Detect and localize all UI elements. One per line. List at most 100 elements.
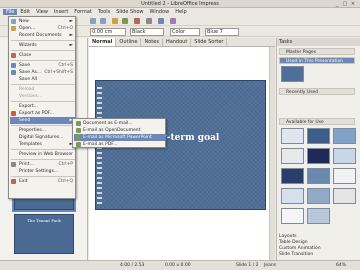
menu-slide-show[interactable]: Slide Show [113, 9, 146, 15]
menu-item-save-all[interactable]: Save All [10, 76, 76, 83]
master-page-thumb[interactable] [333, 148, 356, 164]
email-icon [76, 135, 81, 140]
master-page-thumb[interactable] [281, 66, 304, 82]
slide-thumb-2[interactable]: The Tenant Pack [14, 214, 74, 254]
menu-item-exit[interactable]: Exit Ctrl+Q [10, 178, 76, 185]
status-bar: 4.00 / 2.53 0.00 x 0.00 Slide 1 / 2 Jean… [0, 260, 360, 270]
master-page-thumb[interactable] [307, 148, 330, 164]
slideshow-icon[interactable] [158, 18, 164, 24]
master-page-thumb[interactable] [333, 128, 356, 144]
menu-item-send[interactable]: Send► [10, 117, 76, 124]
menu-item-save[interactable]: Save Ctrl+S [10, 62, 76, 69]
menu-edit[interactable]: Edit [17, 9, 33, 15]
master-page-thumb[interactable] [333, 188, 356, 204]
menu-item-wizards[interactable]: Wizards ► [10, 42, 76, 49]
menu-item-new[interactable]: New ► [10, 18, 76, 25]
window-title: Untitled 2 - LibreOffice Impress [141, 1, 219, 7]
file-menu: New ► Open... Ctrl+O Recent Documents ► Wiz… [8, 16, 76, 199]
master-page-thumb[interactable] [281, 188, 304, 204]
menu-item-print[interactable]: Print... Ctrl+P [10, 161, 76, 168]
maximize-button[interactable]: □ [342, 1, 348, 7]
close-icon [11, 53, 16, 58]
menu-bar: File Edit View Insert Format Tools Slide… [0, 8, 360, 16]
fill-color-select[interactable]: Blue 7 [205, 28, 239, 36]
menu-item-versions[interactable]: Versions... [10, 93, 76, 100]
tab-normal[interactable]: Normal [89, 38, 117, 46]
layout-name: Jeans [264, 263, 277, 268]
master-page-thumb[interactable] [281, 128, 304, 144]
tab-slide-sorter[interactable]: Slide Sorter [191, 38, 228, 46]
task-layouts[interactable]: Layouts [279, 234, 297, 239]
master-page-thumb[interactable] [281, 168, 304, 184]
vertical-scrollbar[interactable] [269, 47, 275, 260]
task-custom-animation[interactable]: Custom Animation [279, 246, 321, 251]
menu-separator [11, 40, 75, 41]
tab-outline[interactable]: Outline [116, 38, 142, 46]
print-icon [11, 162, 16, 167]
menu-separator [11, 149, 75, 150]
object-size: 0.00 x 0.00 [165, 263, 191, 268]
email-icon [76, 128, 81, 133]
tab-notes[interactable]: Notes [141, 38, 163, 46]
menu-help[interactable]: Help [172, 9, 189, 15]
menu-separator [11, 84, 75, 85]
menu-format[interactable]: Format [71, 9, 95, 15]
send-email-pptx[interactable]: E-mail as Microsoft PowerPoint Presentat… [74, 134, 166, 147]
view-tabs: Normal Outline Notes Handout Slide Sorte… [89, 38, 275, 47]
menu-item-printer-settings[interactable]: Printer Settings... [10, 168, 76, 175]
open-icon [11, 26, 16, 31]
fill-mode-select[interactable]: Color [170, 28, 200, 36]
menu-insert[interactable]: Insert [51, 9, 71, 15]
slide-thumb-title: The Tenant Pack [27, 218, 61, 223]
line-width-field[interactable]: 0.00 cm [90, 28, 126, 36]
master-page-thumb[interactable] [307, 128, 330, 144]
menu-item-open[interactable]: Open... Ctrl+O [10, 25, 76, 32]
chart-icon[interactable] [112, 18, 118, 24]
image-icon[interactable] [134, 18, 140, 24]
save-as-icon [11, 70, 16, 75]
master-page-thumb[interactable] [333, 168, 356, 184]
menu-item-close[interactable]: Close [10, 52, 76, 59]
menu-window[interactable]: Window [147, 9, 173, 15]
menu-item-web-preview[interactable]: Preview in Web Browser [10, 151, 76, 158]
master-page-thumb[interactable] [281, 208, 304, 224]
line-color-select[interactable]: Black [130, 28, 164, 36]
redo-icon[interactable] [100, 18, 106, 24]
menu-item-digital-signatures[interactable]: Digital Signatures... [10, 134, 76, 141]
close-window-button[interactable]: × [350, 1, 356, 7]
section-used-in-presentation[interactable]: Used in This Presentation [279, 57, 355, 64]
slide-work-area: Normal Outline Notes Handout Slide Sorte… [89, 38, 275, 260]
menu-item-reload[interactable]: Reload [10, 86, 76, 93]
menu-item-save-as[interactable]: Save As... Ctrl+Shift+S [10, 69, 76, 76]
tasks-header: Tasks [277, 38, 360, 46]
zoom-level[interactable]: 64% [336, 261, 346, 270]
email-icon [76, 121, 81, 126]
section-master-pages[interactable]: Master Pages [279, 48, 355, 55]
table-icon[interactable] [122, 18, 128, 24]
menu-item-export-pdf[interactable]: Export as PDF... [10, 110, 76, 117]
menu-item-templates[interactable]: Templates► [10, 141, 76, 148]
menu-item-properties[interactable]: Properties... [10, 127, 76, 134]
section-available[interactable]: Available for Use [279, 118, 355, 125]
master-page-thumb[interactable] [307, 168, 330, 184]
new-icon [11, 19, 16, 24]
menu-view[interactable]: View [33, 9, 51, 15]
master-page-thumb[interactable] [307, 188, 330, 204]
send-email-pdf[interactable]: E-mail as PDF... [74, 141, 166, 148]
menu-tools[interactable]: Tools [95, 9, 113, 15]
section-recently-used[interactable]: Recently Used [279, 88, 355, 95]
minimize-button[interactable]: _ [334, 1, 340, 7]
task-table-design[interactable]: Table Design [279, 240, 308, 245]
menu-item-export[interactable]: Export... [10, 103, 76, 110]
task-slide-transition[interactable]: Slide Transition [279, 252, 313, 257]
master-page-thumb[interactable] [307, 208, 330, 224]
undo-icon[interactable] [90, 18, 96, 24]
menu-file[interactable]: File [3, 9, 18, 15]
tab-handout[interactable]: Handout [163, 38, 192, 46]
send-email-odp[interactable]: E-mail as OpenDocument Presentation... [74, 127, 166, 140]
master-page-thumb[interactable] [281, 148, 304, 164]
send-document-email[interactable]: Document as E-mail... [74, 120, 166, 127]
navigator-icon[interactable] [146, 18, 152, 24]
menu-item-recent[interactable]: Recent Documents ► [10, 32, 76, 39]
help-icon[interactable] [170, 18, 176, 24]
